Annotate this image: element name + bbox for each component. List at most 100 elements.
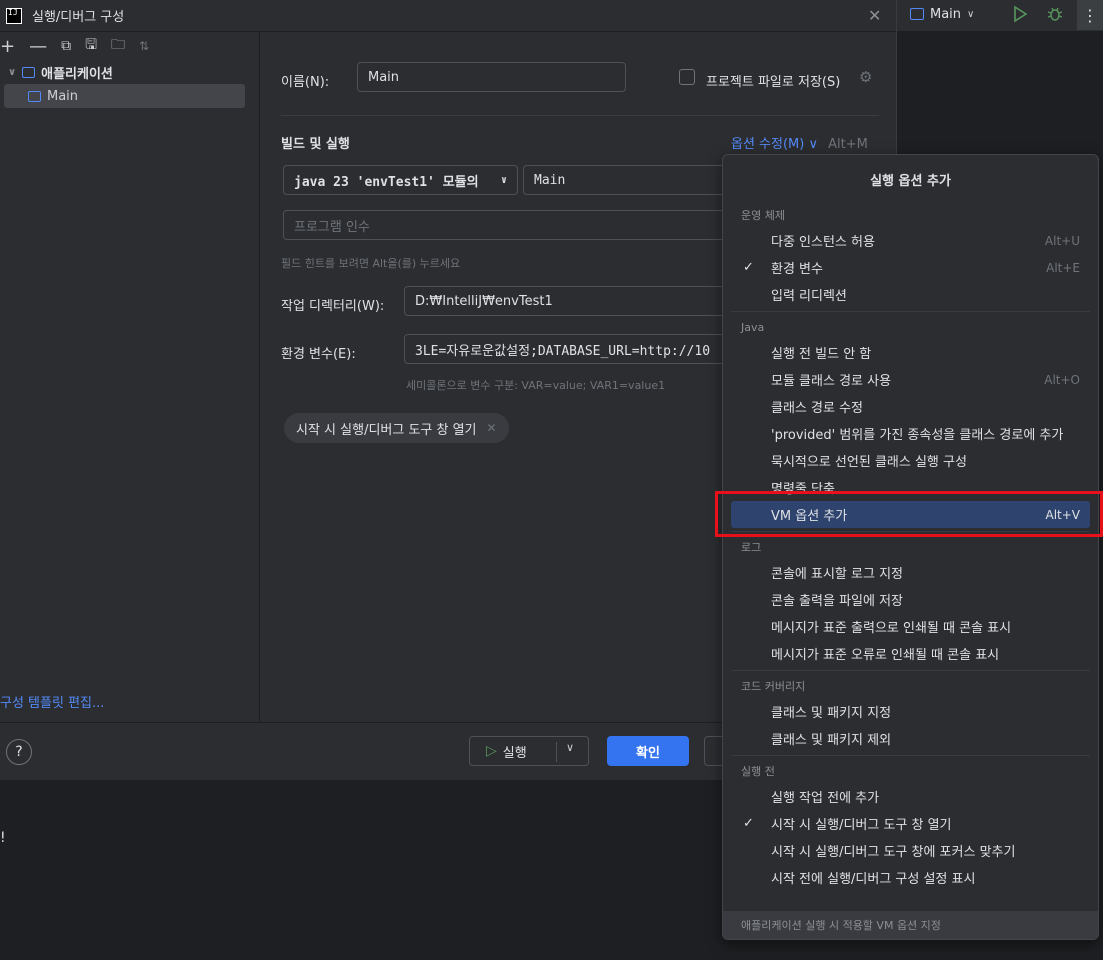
run-config-selector[interactable]: Main ∨: [910, 0, 974, 28]
popup-option-label: 클래스 및 패키지 제외: [771, 733, 892, 748]
popup-option-label: 시작 시 실행/디버그 도구 창 열기: [771, 818, 952, 833]
edit-templates-link[interactable]: 구성 템플릿 편집...: [0, 692, 104, 711]
popup-group-header: 실행 전: [741, 765, 775, 778]
intellij-logo-icon: IJ _: [6, 7, 22, 24]
divider: [731, 755, 1090, 756]
popup-option-item[interactable]: 시작 시 실행/디버그 도구 창에 포커스 맞추기: [731, 837, 1090, 864]
popup-option-shortcut: Alt+V: [1045, 507, 1080, 522]
program-args-field[interactable]: 프로그램 인수: [283, 210, 743, 240]
popup-option-item[interactable]: 명령줄 단축: [731, 474, 1090, 501]
tree-item-main[interactable]: Main: [4, 84, 245, 108]
run-button-label: 실행: [502, 745, 527, 761]
modify-options-link[interactable]: 옵션 수정(M) ∨ Alt+M: [731, 133, 868, 152]
application-icon: [910, 8, 924, 20]
popup-option-label: 실행 전 빌드 안 함: [771, 347, 872, 362]
popup-option-item[interactable]: VM 옵션 추가 Alt+V: [731, 501, 1090, 528]
popup-option-item[interactable]: 입력 리디렉션: [731, 281, 1090, 308]
config-tree-pane: + — ⧉ 🖫 🗀 ⇅ ∨ 애플리케이션 Main 구성 템플릿 편집...: [0, 32, 260, 722]
popup-option-shortcut: Alt+E: [1046, 260, 1080, 275]
more-actions-icon[interactable]: ⋮: [1077, 0, 1103, 30]
copy-icon[interactable]: ⧉: [61, 38, 71, 54]
popup-option-label: 환경 변수: [771, 262, 823, 277]
popup-option-shortcut: Alt+U: [1044, 233, 1080, 248]
popup-option-label: 명령줄 단축: [771, 482, 835, 497]
config-toolbar: + — ⧉ 🖫 🗀 ⇅: [0, 32, 259, 60]
build-run-title: 빌드 및 실행: [281, 137, 350, 152]
popup-option-label: 실행 작업 전에 추가: [771, 791, 880, 806]
popup-option-label: 시작 전에 실행/디버그 구성 설정 표시: [771, 872, 976, 887]
tree-item-application[interactable]: ∨ 애플리케이션: [0, 60, 259, 84]
popup-option-item[interactable]: 콘솔 출력을 파일에 저장: [731, 586, 1090, 613]
popup-group-header: 로그: [741, 541, 762, 554]
envvars-field[interactable]: 3LE=자유로운값설정;DATABASE_URL=http://10: [404, 334, 743, 364]
popup-option-item[interactable]: ✓ 시작 시 실행/디버그 도구 창 열기: [731, 810, 1090, 837]
popup-option-item[interactable]: 클래스 및 패키지 지정: [731, 698, 1090, 725]
popup-option-label: 입력 리디렉션: [771, 289, 847, 304]
divider: [731, 531, 1090, 532]
popup-option-label: 클래스 경로 수정: [771, 401, 863, 416]
close-icon[interactable]: ✕: [868, 6, 881, 25]
divider: [731, 670, 1090, 671]
store-as-project-file-checkbox[interactable]: [679, 69, 695, 85]
popup-option-item[interactable]: 클래스 경로 수정: [731, 393, 1090, 420]
modify-options-shortcut: Alt+M: [828, 137, 868, 152]
close-icon[interactable]: ✕: [487, 421, 497, 435]
popup-option-item[interactable]: 모듈 클래스 경로 사용 Alt+O: [731, 366, 1090, 393]
store-as-project-file-label: 프로젝트 파일로 저장(S): [706, 75, 841, 90]
popup-option-item[interactable]: 콘솔에 표시할 로그 지정: [731, 559, 1090, 586]
popup-option-item[interactable]: 다중 인스턴스 허용 Alt+U: [731, 227, 1090, 254]
checkmark-icon: ✓: [743, 816, 754, 831]
popup-option-label: 'provided' 범위를 가진 종속성을 클래스 경로에 추가: [771, 428, 1064, 443]
popup-option-item[interactable]: 메시지가 표준 오류로 인쇄될 때 콘솔 표시: [731, 640, 1090, 667]
add-icon[interactable]: +: [0, 36, 15, 57]
sort-icon[interactable]: ⇅: [139, 39, 149, 53]
name-label: 이름(N):: [281, 75, 330, 90]
tree-item-label: 애플리케이션: [41, 66, 113, 82]
popup-option-label: 콘솔에 표시할 로그 지정: [771, 567, 903, 582]
chevron-down-icon: ∨: [500, 174, 507, 186]
popup-option-label: 메시지가 표준 오류로 인쇄될 때 콘솔 표시: [771, 648, 1000, 663]
popup-option-label: 다중 인스턴스 허용: [771, 235, 875, 250]
popup-option-label: 시작 시 실행/디버그 도구 창에 포커스 맞추기: [771, 845, 1016, 860]
popup-option-item[interactable]: 실행 작업 전에 추가: [731, 783, 1090, 810]
modify-options-label: 옵션 수정(M): [731, 137, 805, 152]
move-to-folder-icon[interactable]: 🗀: [111, 34, 125, 58]
tree-item-label: Main: [47, 88, 79, 104]
popup-option-item[interactable]: 시작 전에 실행/디버그 구성 설정 표시: [731, 864, 1090, 891]
popup-option-item[interactable]: 클래스 및 패키지 제외: [731, 725, 1090, 752]
divider: [556, 742, 557, 762]
popup-group-header: 코드 커버리지: [741, 680, 806, 693]
jdk-selector[interactable]: java 23 'envTest1' 모듈의 ∨: [283, 165, 518, 195]
run-button[interactable]: ▷ 실행 ∨: [469, 736, 589, 766]
name-field[interactable]: Main: [357, 62, 626, 92]
remove-icon[interactable]: —: [29, 36, 47, 57]
chevron-down-icon: ∨: [967, 8, 975, 20]
gear-icon[interactable]: ⚙: [859, 68, 872, 86]
popup-option-list: 운영 체제 다중 인스턴스 허용 Alt+U ✓ 환경 변수 Alt+E 입력 리디렉션 Ja…: [723, 203, 1098, 891]
main-class-field[interactable]: Main: [523, 165, 743, 195]
ok-button[interactable]: 확인: [607, 736, 689, 766]
popup-option-item[interactable]: 실행 전 빌드 안 함: [731, 339, 1090, 366]
add-run-options-popup: 실행 옵션 추가 운영 체제 다중 인스턴스 허용 Alt+U ✓ 환경 변수 Alt+E…: [722, 154, 1099, 940]
chip-label: 시작 시 실행/디버그 도구 창 열기: [296, 422, 477, 438]
popup-footer: 애플리케이션 실행 시 적용할 VM 옵션 지정: [723, 911, 1098, 939]
popup-option-item[interactable]: 'provided' 범위를 가진 종속성을 클래스 경로에 추가: [731, 420, 1090, 447]
jdk-value: java 23 'envTest1' 모듈의: [294, 174, 479, 190]
envvars-hint: 세미콜론으로 변수 구분: VAR=value; VAR1=value1: [406, 379, 666, 392]
popup-option-item[interactable]: ✓ 환경 변수 Alt+E: [731, 254, 1090, 281]
popup-group-header: Java: [741, 320, 765, 334]
popup-option-label: 클래스 및 패키지 지정: [771, 706, 892, 721]
workdir-field[interactable]: D:₩IntelliJ₩envTest1: [404, 286, 743, 316]
popup-option-item[interactable]: 메시지가 표준 출력으로 인쇄될 때 콘솔 표시: [731, 613, 1090, 640]
play-icon: ▷: [486, 743, 497, 759]
checkmark-icon: ✓: [743, 260, 754, 275]
help-button[interactable]: ?: [6, 739, 32, 765]
popup-option-label: 묵시적으로 선언된 클래스 실행 구성: [771, 455, 967, 470]
save-icon[interactable]: 🖫: [85, 34, 97, 58]
popup-title: 실행 옵션 추가: [870, 173, 951, 189]
run-icon[interactable]: [1010, 4, 1030, 24]
popup-option-item[interactable]: 묵시적으로 선언된 클래스 실행 구성: [731, 447, 1090, 474]
chevron-down-icon[interactable]: ∨: [566, 741, 574, 754]
open-tool-window-chip[interactable]: 시작 시 실행/디버그 도구 창 열기 ✕: [284, 413, 509, 443]
debug-icon[interactable]: [1045, 4, 1065, 24]
